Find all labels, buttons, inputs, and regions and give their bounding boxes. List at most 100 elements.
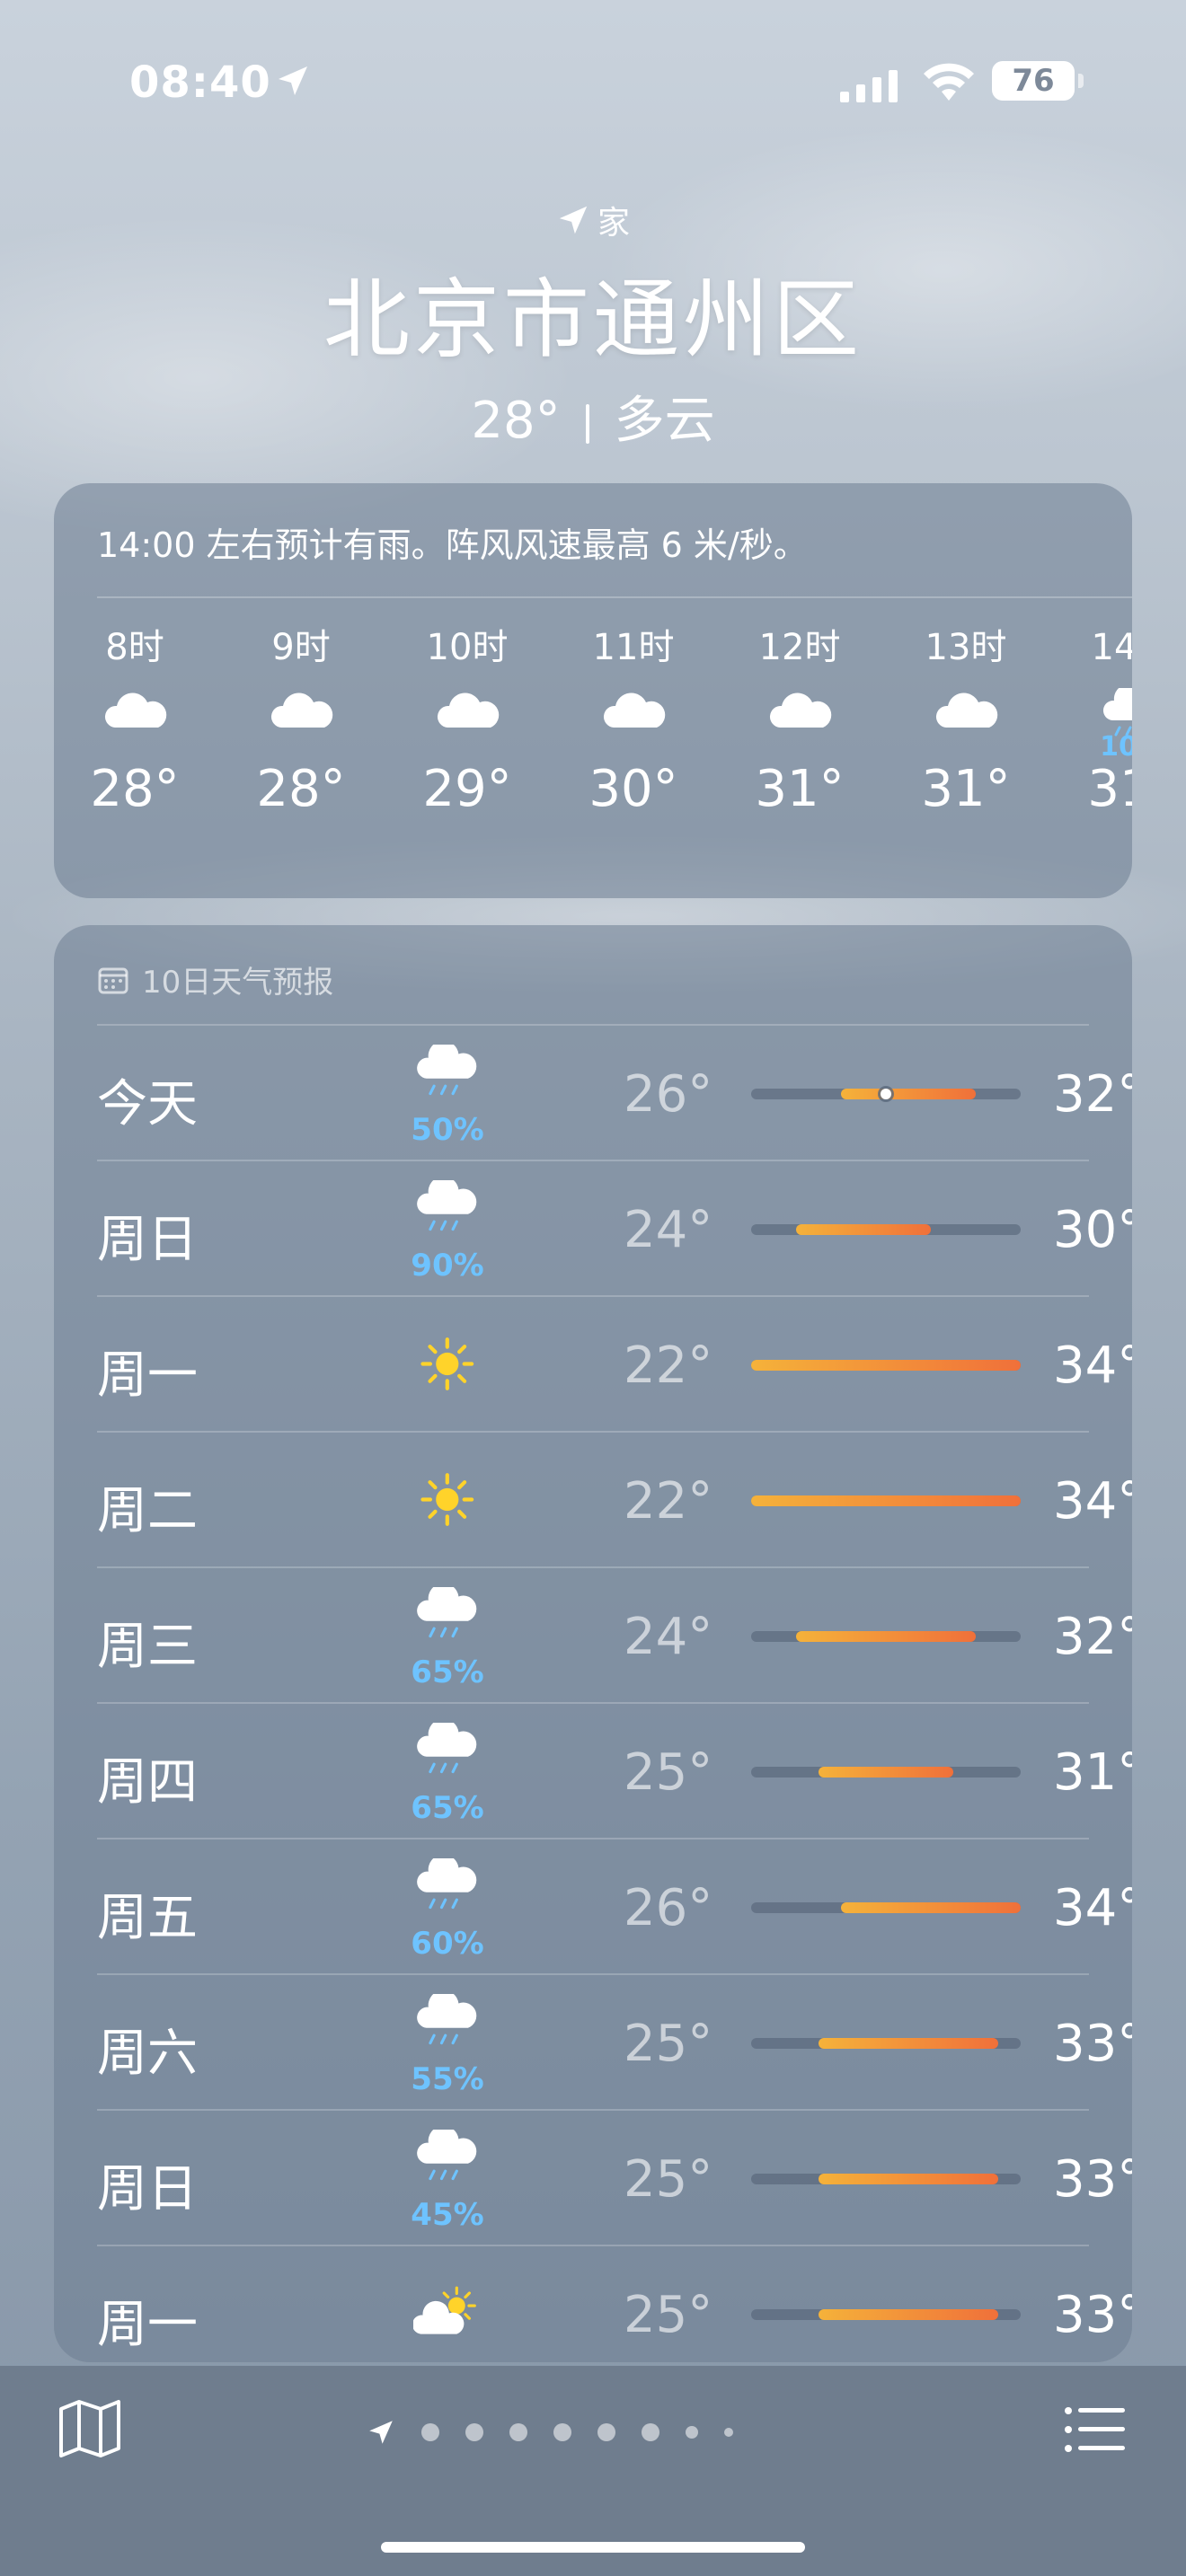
precip-chance: 65% <box>411 1654 484 1690</box>
day-name: 周五 <box>97 1889 198 1947</box>
row-divider <box>97 1295 1089 1297</box>
row-divider <box>97 1566 1089 1568</box>
low-temp: 26° <box>624 1065 713 1124</box>
day-name: 周四 <box>97 1753 198 1812</box>
page-dot[interactable] <box>724 2428 733 2437</box>
precip-chance: 55% <box>411 2061 484 2097</box>
hour-column: 8时 28° <box>72 618 198 818</box>
rain-cloud-icon <box>403 1986 492 2058</box>
day-name: 周日 <box>97 2160 198 2219</box>
page-dot[interactable] <box>421 2423 439 2441</box>
hour-label: 14时 <box>1091 627 1132 668</box>
hour-precip: 10% <box>1100 731 1132 763</box>
hour-column: 12时 31° <box>737 618 863 818</box>
hour-column: 14时 31°10% <box>1069 618 1132 818</box>
low-temp: 22° <box>624 1337 713 1395</box>
day-name: 周六 <box>97 2025 198 2083</box>
divider <box>97 596 1132 598</box>
hour-column: 9时 28° <box>238 618 364 818</box>
low-temp: 25° <box>624 2150 713 2209</box>
separator <box>585 403 589 444</box>
city-name: 北京市通州区 <box>323 269 863 370</box>
precip-chance: 60% <box>411 1926 484 1962</box>
high-temp: 34° <box>1053 1472 1132 1531</box>
high-temp: 33° <box>1053 2015 1132 2073</box>
rain-cloud-icon <box>403 1715 492 1786</box>
page-dot[interactable] <box>642 2423 659 2441</box>
cloud-icon <box>903 670 1029 760</box>
list-icon[interactable] <box>1064 2405 1127 2454</box>
home-label-row: 家 <box>0 198 1186 243</box>
day-row[interactable]: 周四 65% 25° 31° <box>97 1702 1132 1837</box>
map-icon[interactable] <box>58 2398 122 2459</box>
high-temp: 34° <box>1053 1337 1132 1395</box>
daily-forecast-card[interactable]: 10日天气预报 今天 50% 26° 32° 周日 90% 24° 30° 周一… <box>54 925 1132 2362</box>
home-label: 家 <box>597 205 630 242</box>
low-temp: 24° <box>624 1201 713 1259</box>
home-indicator[interactable] <box>381 2542 805 2553</box>
current-location-page-icon[interactable] <box>367 2418 395 2447</box>
page-dot[interactable] <box>686 2426 698 2439</box>
rain-cloud-icon <box>403 1850 492 1922</box>
day-row[interactable]: 周日 90% 24° 30° <box>97 1160 1132 1294</box>
temp-range-fill <box>841 1089 976 1099</box>
hour-column: 10时 29° <box>404 618 530 818</box>
hour-temp: 29° <box>422 760 512 818</box>
high-temp: 32° <box>1053 1065 1132 1124</box>
hour-label: 9时 <box>271 627 331 668</box>
row-divider <box>97 1702 1089 1704</box>
day-row[interactable]: 周三 65% 24° 32° <box>97 1566 1132 1701</box>
temp-range-track <box>751 2174 1021 2184</box>
temp-range-track <box>751 1224 1021 1235</box>
high-temp: 33° <box>1053 2286 1132 2344</box>
page-indicator[interactable] <box>367 2418 733 2447</box>
cellular-signal-icon <box>840 70 898 102</box>
day-row[interactable]: 周六 55% 25° 33° <box>97 1973 1132 2108</box>
day-row[interactable]: 周五 60% 26° 34° <box>97 1838 1132 1972</box>
current-condition: 多云 <box>614 392 715 450</box>
row-divider <box>97 1160 1089 1161</box>
temp-range-track <box>751 2038 1021 2049</box>
high-temp: 34° <box>1053 1879 1132 1937</box>
hour-label: 10时 <box>426 627 509 668</box>
low-temp: 26° <box>624 1879 713 1937</box>
row-divider <box>97 1431 1089 1433</box>
cloud-icon <box>737 670 863 760</box>
high-temp: 33° <box>1053 2150 1132 2209</box>
page-dot[interactable] <box>465 2423 483 2441</box>
current-temp-dot <box>881 1089 891 1099</box>
hour-temp: 30° <box>589 760 678 818</box>
page-dot[interactable] <box>509 2423 527 2441</box>
battery-indicator: 76 <box>992 61 1075 101</box>
hour-temp: 28° <box>256 760 346 818</box>
hourly-forecast-card[interactable]: 14:00 左右预计有雨。阵风风速最高 6 米/秒。 8时 28° 9时 28°… <box>54 483 1132 898</box>
day-row[interactable]: 周一 25° 33° <box>97 2245 1132 2362</box>
page-dot[interactable] <box>553 2423 571 2441</box>
day-row[interactable]: 今天 50% 26° 32° <box>97 1024 1132 1159</box>
page-dot[interactable] <box>597 2423 615 2441</box>
daily-forecast-header: 10日天气预报 <box>97 957 333 1001</box>
hour-label: 11时 <box>592 627 675 668</box>
low-temp: 24° <box>624 1608 713 1666</box>
sun-icon <box>403 1463 492 1535</box>
row-divider <box>97 1973 1089 1975</box>
high-temp: 30° <box>1053 1201 1132 1259</box>
high-temp: 31° <box>1053 1743 1132 1802</box>
temp-range-fill <box>841 1902 1021 1913</box>
wifi-icon <box>924 63 974 101</box>
day-row[interactable]: 周二 22° 34° <box>97 1431 1132 1566</box>
temp-range-track <box>751 2309 1021 2320</box>
day-row[interactable]: 周一 22° 34° <box>97 1295 1132 1430</box>
hour-label: 12时 <box>758 627 841 668</box>
bottom-toolbar <box>0 2366 1186 2576</box>
cloud-icon <box>571 670 696 760</box>
row-divider <box>97 2109 1089 2111</box>
row-divider <box>97 1838 1089 1839</box>
temp-range-fill <box>751 1495 1021 1506</box>
temp-range-fill <box>796 1224 931 1235</box>
hour-temp: 31° <box>1087 760 1132 818</box>
day-row[interactable]: 周日 45% 25° 33° <box>97 2109 1132 2244</box>
rain-cloud-icon <box>403 1579 492 1651</box>
temp-range-track <box>751 1089 1021 1099</box>
day-name: 周一 <box>97 2296 198 2354</box>
